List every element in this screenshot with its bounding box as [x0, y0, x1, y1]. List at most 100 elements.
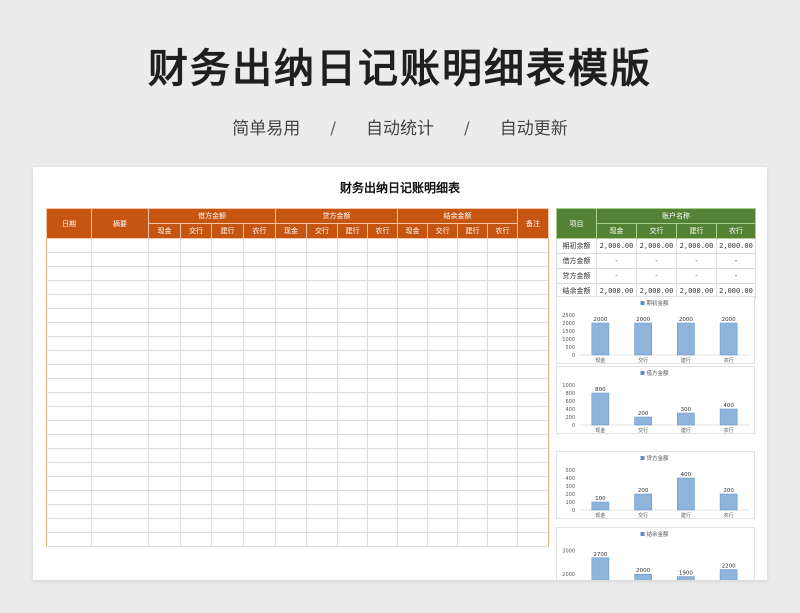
table-cell[interactable] — [517, 448, 549, 463]
table-cell[interactable] — [427, 532, 458, 547]
table-cell[interactable] — [337, 336, 368, 351]
table-cell[interactable] — [275, 364, 307, 379]
table-cell[interactable] — [487, 238, 518, 253]
table-cell[interactable] — [306, 294, 338, 309]
table-cell[interactable] — [397, 308, 428, 323]
table-cell[interactable] — [243, 420, 276, 435]
table-cell[interactable] — [427, 294, 458, 309]
table-cell[interactable] — [457, 448, 488, 463]
table-cell[interactable] — [397, 406, 428, 421]
table-cell[interactable] — [180, 350, 212, 365]
table-cell[interactable] — [148, 448, 181, 463]
table-cell[interactable] — [91, 434, 149, 449]
table-cell[interactable] — [427, 448, 458, 463]
table-cell[interactable] — [243, 350, 276, 365]
table-cell[interactable] — [487, 322, 518, 337]
table-cell[interactable] — [367, 322, 398, 337]
table-cell[interactable] — [180, 378, 212, 393]
table-cell[interactable] — [367, 238, 398, 253]
table-cell[interactable] — [517, 336, 549, 351]
table-cell[interactable] — [397, 266, 428, 281]
table-cell[interactable] — [180, 448, 212, 463]
table-cell[interactable] — [91, 252, 149, 267]
table-cell[interactable] — [180, 280, 212, 295]
table-cell[interactable] — [397, 462, 428, 477]
table-cell[interactable] — [367, 448, 398, 463]
table-cell[interactable] — [91, 350, 149, 365]
table-cell[interactable] — [306, 406, 338, 421]
table-cell[interactable] — [306, 238, 338, 253]
table-cell[interactable] — [243, 462, 276, 477]
table-cell[interactable] — [46, 336, 92, 351]
table-cell[interactable] — [397, 392, 428, 407]
table-cell[interactable] — [275, 490, 307, 505]
table-cell[interactable] — [180, 392, 212, 407]
table-cell[interactable] — [517, 434, 549, 449]
table-cell[interactable] — [180, 462, 212, 477]
table-cell[interactable] — [306, 252, 338, 267]
table-cell[interactable] — [243, 322, 276, 337]
table-cell[interactable] — [91, 266, 149, 281]
table-cell[interactable] — [148, 490, 181, 505]
table-cell[interactable] — [275, 406, 307, 421]
table-cell[interactable] — [367, 336, 398, 351]
table-cell[interactable] — [211, 518, 244, 533]
table-cell[interactable] — [275, 532, 307, 547]
table-cell[interactable] — [367, 280, 398, 295]
table-cell[interactable] — [306, 490, 338, 505]
table-cell[interactable] — [306, 280, 338, 295]
table-cell[interactable] — [487, 462, 518, 477]
table-cell[interactable] — [427, 280, 458, 295]
table-cell[interactable] — [306, 518, 338, 533]
table-cell[interactable] — [275, 392, 307, 407]
table-cell[interactable] — [337, 364, 368, 379]
table-cell[interactable] — [337, 378, 368, 393]
table-cell[interactable] — [367, 406, 398, 421]
table-cell[interactable] — [243, 266, 276, 281]
table-cell[interactable] — [148, 518, 181, 533]
table-cell[interactable] — [306, 364, 338, 379]
table-cell[interactable] — [487, 392, 518, 407]
table-cell[interactable] — [517, 504, 549, 519]
table-cell[interactable] — [367, 378, 398, 393]
table-cell[interactable] — [46, 238, 92, 253]
table-cell[interactable] — [46, 406, 92, 421]
table-cell[interactable] — [517, 406, 549, 421]
table-cell[interactable] — [337, 294, 368, 309]
table-cell[interactable] — [367, 294, 398, 309]
table-cell[interactable] — [46, 476, 92, 491]
table-cell[interactable] — [148, 322, 181, 337]
table-cell[interactable] — [517, 308, 549, 323]
table-cell[interactable] — [148, 350, 181, 365]
table-cell[interactable] — [427, 406, 458, 421]
table-cell[interactable] — [427, 252, 458, 267]
table-cell[interactable] — [337, 476, 368, 491]
table-cell[interactable] — [91, 238, 149, 253]
table-cell[interactable] — [306, 504, 338, 519]
table-cell[interactable] — [337, 420, 368, 435]
table-cell[interactable] — [46, 266, 92, 281]
table-cell[interactable] — [397, 434, 428, 449]
table-cell[interactable] — [306, 462, 338, 477]
table-cell[interactable] — [275, 350, 307, 365]
table-cell[interactable] — [457, 476, 488, 491]
table-cell[interactable] — [46, 294, 92, 309]
table-cell[interactable] — [487, 378, 518, 393]
table-cell[interactable] — [243, 518, 276, 533]
table-cell[interactable] — [427, 350, 458, 365]
table-cell[interactable] — [457, 364, 488, 379]
table-cell[interactable] — [337, 252, 368, 267]
table-cell[interactable] — [243, 490, 276, 505]
table-cell[interactable] — [397, 322, 428, 337]
table-cell[interactable] — [306, 434, 338, 449]
table-cell[interactable] — [275, 434, 307, 449]
table-cell[interactable] — [337, 308, 368, 323]
table-cell[interactable] — [457, 336, 488, 351]
table-cell[interactable] — [243, 532, 276, 547]
table-cell[interactable] — [457, 266, 488, 281]
table-cell[interactable] — [46, 490, 92, 505]
table-cell[interactable] — [91, 532, 149, 547]
table-cell[interactable] — [487, 518, 518, 533]
table-cell[interactable] — [211, 364, 244, 379]
table-cell[interactable] — [243, 364, 276, 379]
